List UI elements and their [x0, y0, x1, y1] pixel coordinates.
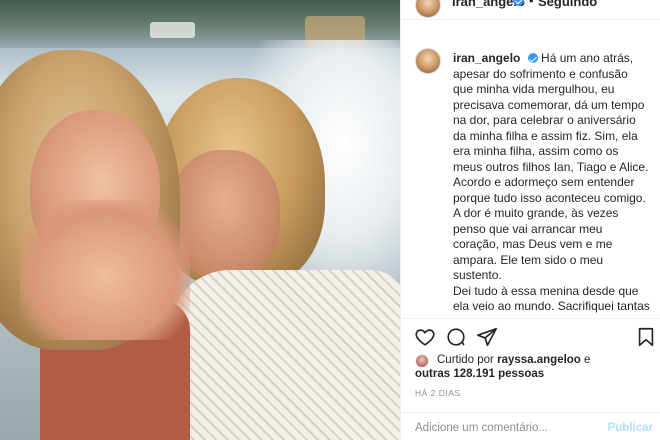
caption-text: Há um ano atrás, apesar do sofrimento e … [453, 51, 649, 174]
verified-badge-icon [527, 53, 538, 63]
comment-icon[interactable] [444, 325, 468, 349]
caption-author-avatar[interactable] [415, 48, 441, 74]
caption-username[interactable]: iran_angelo [453, 51, 520, 65]
following-button[interactable]: Seguindo [538, 0, 597, 9]
comment-form: Adicione um comentário... Publicar [401, 412, 660, 440]
photo-boat [150, 22, 195, 38]
post-caption: iran_angelo Há um ano atrás, apesar do s… [453, 51, 651, 316]
likes-line: Curtido por rayssa.angeloo e [437, 353, 590, 367]
likes-conjunction: e [584, 354, 591, 366]
comment-input[interactable]: Adicione um comentário... [415, 422, 548, 434]
liker-username[interactable]: rayssa.angeloo [497, 354, 581, 366]
post-side-panel: iran_angelo • Seguindo ••• iran_angelo H… [400, 0, 660, 440]
photo-heart-hands [20, 200, 190, 340]
likes-summary: Curtido por rayssa.angeloo e outras 128.… [415, 352, 655, 382]
more-options-icon[interactable]: ••• [636, 0, 656, 8]
publish-button[interactable]: Publicar [608, 422, 653, 434]
post-photo[interactable] [0, 0, 400, 440]
liker-avatar[interactable] [415, 354, 429, 368]
photo-person-right-clothes [170, 270, 400, 440]
caption-paragraph: Acordo e adormeço sem entender porque tu… [453, 175, 646, 282]
post-timestamp[interactable]: HÁ 2 DIAS [415, 388, 461, 398]
post-actions-bar [401, 318, 660, 354]
heart-icon[interactable] [413, 325, 437, 349]
caption-area: iran_angelo Há um ano atrás, apesar do s… [401, 36, 660, 316]
caption-paragraph: iran_angelo Há um ano atrás, apesar do s… [453, 51, 651, 175]
bookmark-icon[interactable] [634, 325, 658, 349]
likes-prefix: Curtido por [437, 354, 494, 366]
header-separator: • [529, 0, 534, 8]
caption-paragraph: Dei tudo à essa menina desde que ela vei… [453, 283, 650, 317]
post-header: iran_angelo • Seguindo ••• [401, 0, 660, 20]
author-avatar[interactable] [415, 0, 441, 18]
share-icon[interactable] [475, 325, 499, 349]
likes-count[interactable]: outras 128.191 pessoas [415, 367, 544, 381]
